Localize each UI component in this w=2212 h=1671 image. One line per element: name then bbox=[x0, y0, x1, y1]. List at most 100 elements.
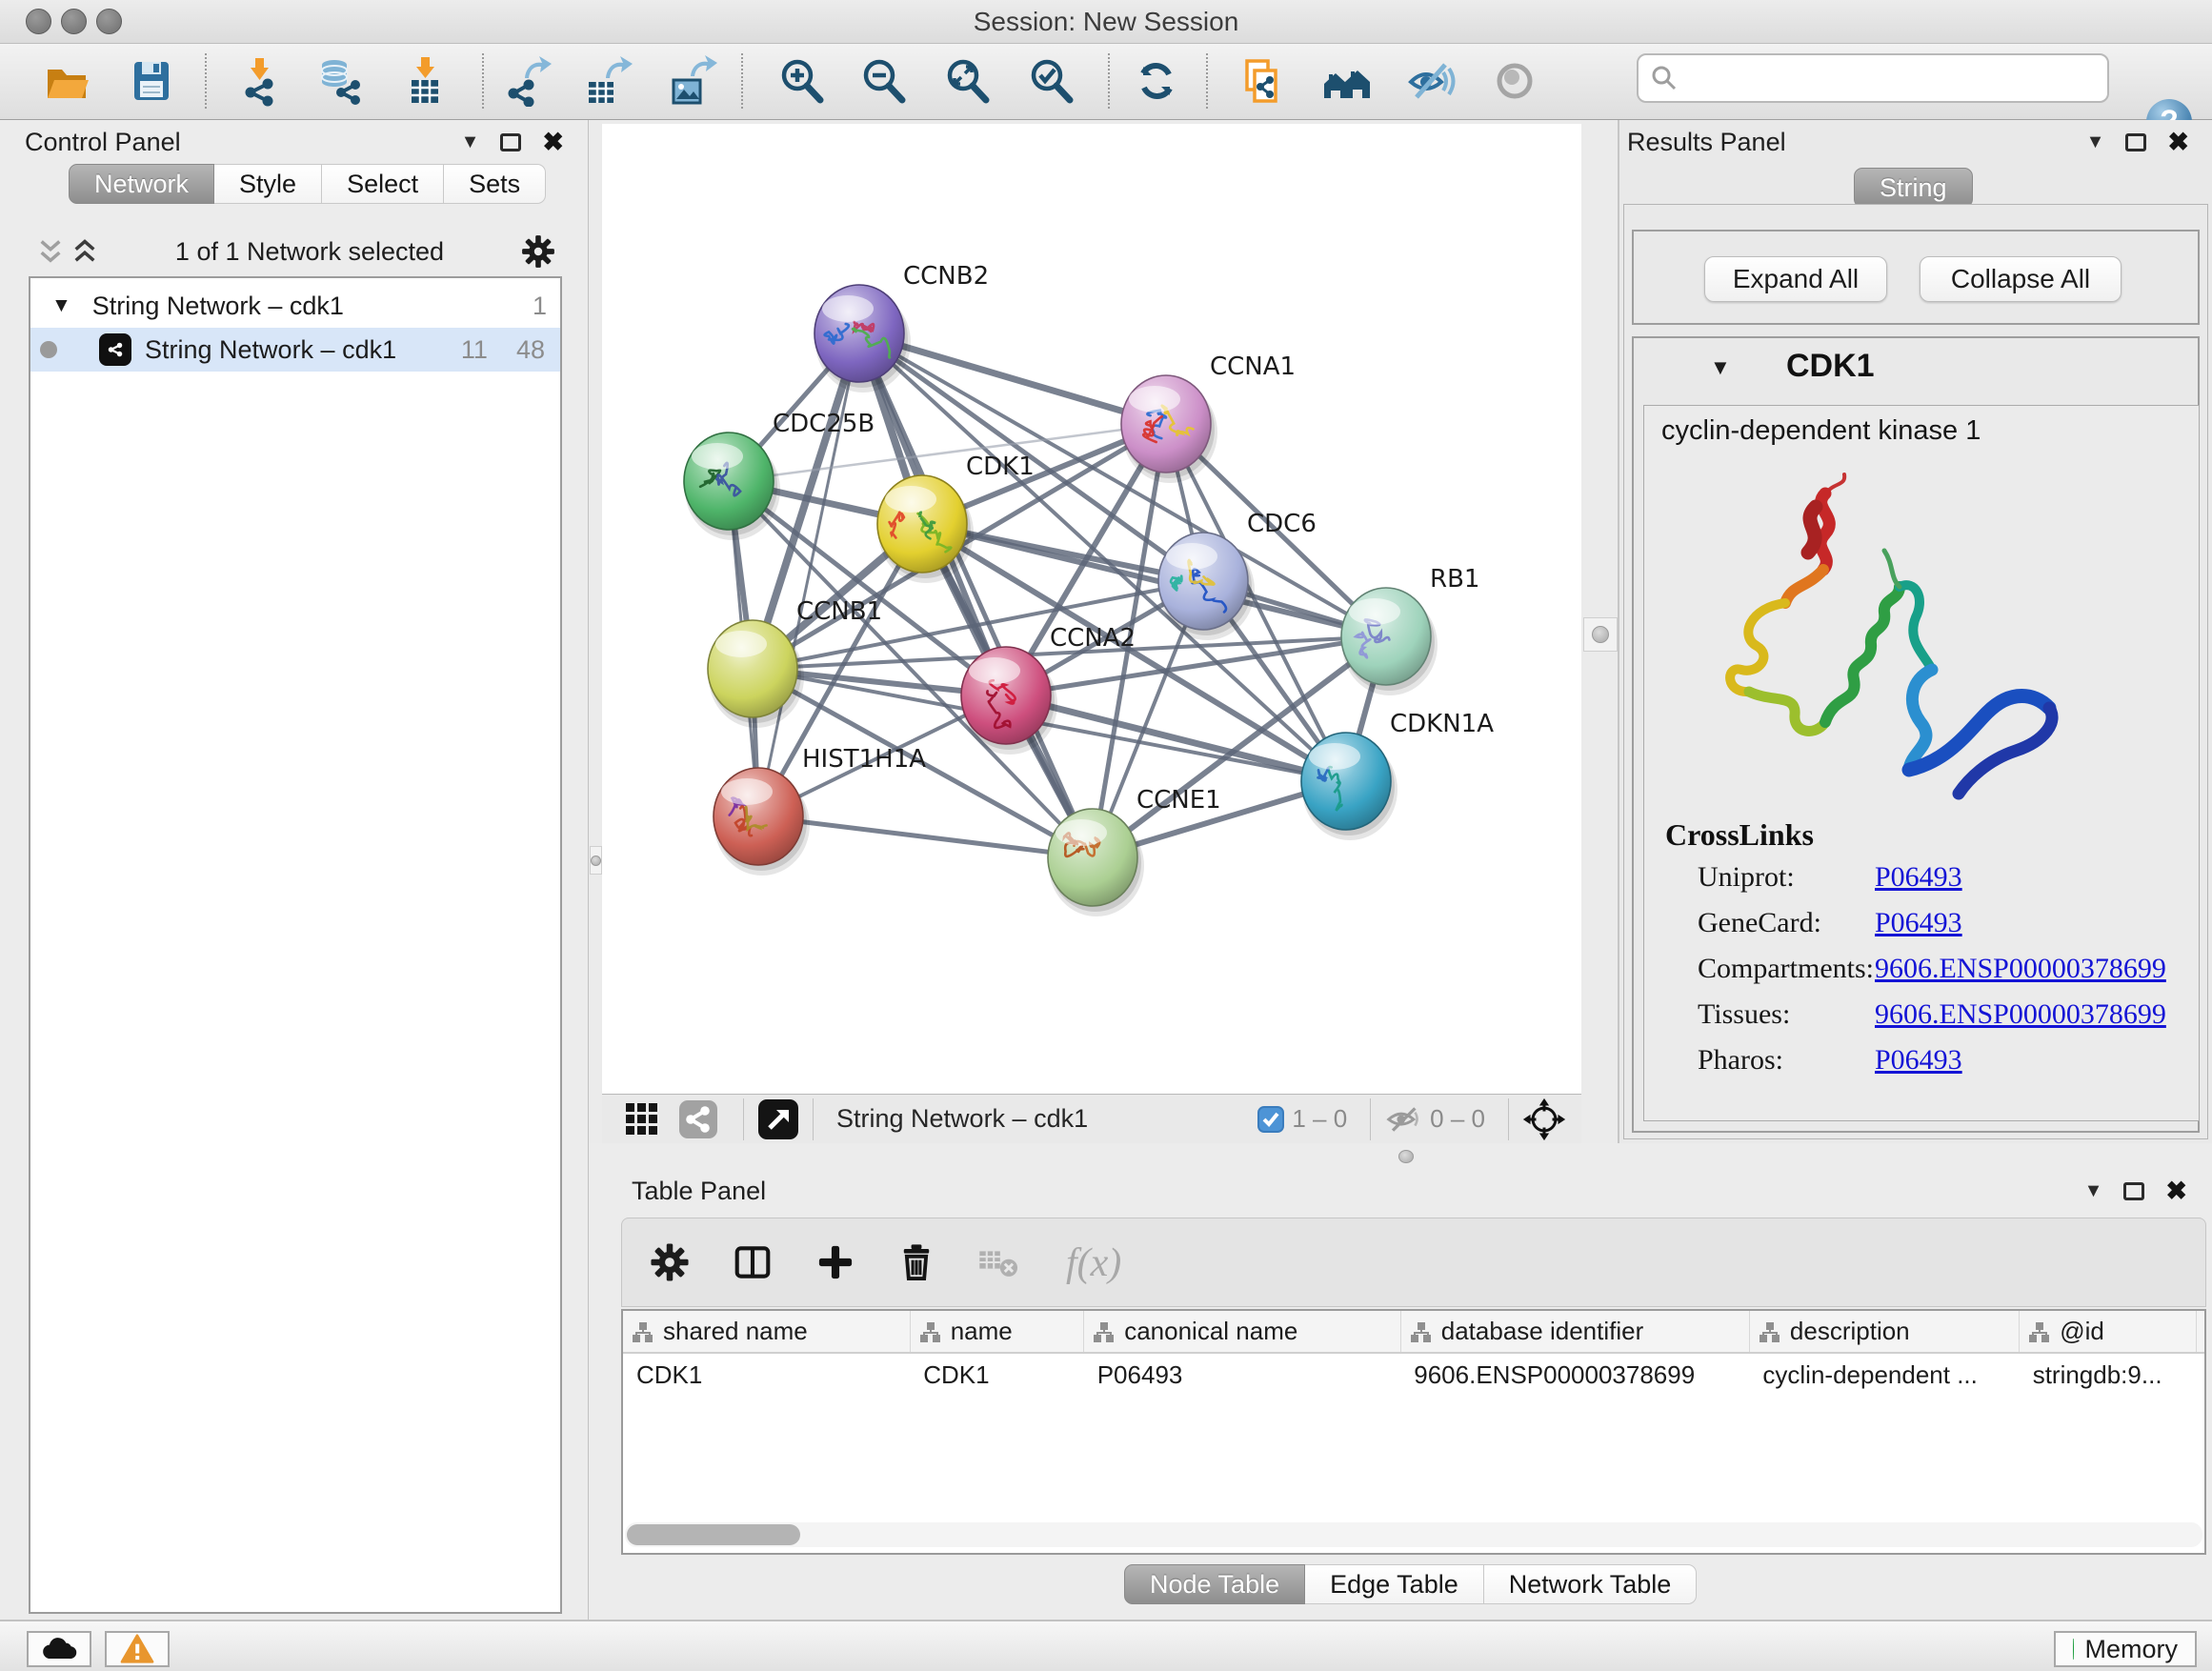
table-hscrollbar-thumb[interactable] bbox=[627, 1524, 800, 1545]
import-table-file-icon[interactable] bbox=[397, 51, 452, 111]
show-display-icon[interactable] bbox=[1487, 51, 1542, 111]
left-splitter[interactable] bbox=[589, 120, 602, 1143]
network-canvas[interactable]: CCNB2CCNA1CDC25BCDK1CDC6RB1CCNB1CCNA2CDK… bbox=[602, 124, 1581, 1094]
collapse-all-icon[interactable] bbox=[36, 238, 65, 265]
expand-all-icon[interactable] bbox=[70, 238, 99, 265]
node-HIST1H1A: HIST1H1A bbox=[714, 745, 926, 876]
column-type-icon bbox=[1411, 1322, 1432, 1342]
export-table-icon[interactable] bbox=[579, 51, 634, 111]
column-header-description[interactable]: description bbox=[1749, 1311, 2019, 1353]
tab-style[interactable]: Style bbox=[214, 164, 322, 204]
add-column-icon[interactable] bbox=[814, 1241, 856, 1283]
grid-view-icon[interactable] bbox=[623, 1100, 661, 1138]
show-columns-icon[interactable] bbox=[731, 1241, 774, 1283]
import-network-file-icon[interactable] bbox=[231, 51, 287, 111]
network-graph[interactable]: CCNB2CCNA1CDC25BCDK1CDC6RB1CCNB1CCNA2CDK… bbox=[602, 124, 1581, 1094]
crosslink-link[interactable]: 9606.ENSP00000378699 bbox=[1875, 953, 2166, 985]
section-collapse-icon[interactable]: ▼ bbox=[1710, 355, 1731, 380]
home-icon[interactable] bbox=[1319, 51, 1375, 111]
table-hscrollbar[interactable] bbox=[625, 1522, 2202, 1547]
crosslink-link[interactable]: P06493 bbox=[1875, 907, 1962, 939]
crosslink-link[interactable]: 9606.ENSP00000378699 bbox=[1875, 998, 2166, 1031]
tab-edge-table[interactable]: Edge Table bbox=[1305, 1564, 1484, 1604]
table-cell[interactable]: stringdb:9... bbox=[2020, 1353, 2197, 1397]
birdseye-crosshair-icon[interactable] bbox=[1522, 1097, 1566, 1141]
table-cell[interactable]: CDK1 bbox=[910, 1353, 1084, 1397]
expand-all-button[interactable]: Expand All bbox=[1704, 256, 1887, 302]
table-cell[interactable]: stringdb bbox=[2197, 1353, 2206, 1397]
export-image-icon[interactable] bbox=[664, 51, 719, 111]
tab-network-table[interactable]: Network Table bbox=[1484, 1564, 1698, 1604]
selected-checkbox-icon[interactable] bbox=[1257, 1106, 1284, 1133]
zoom-fit-icon[interactable] bbox=[940, 51, 995, 111]
tab-node-table[interactable]: Node Table bbox=[1124, 1564, 1305, 1604]
collection-expand-icon[interactable]: ▼ bbox=[51, 294, 71, 317]
tab-select[interactable]: Select bbox=[322, 164, 444, 204]
search-input[interactable] bbox=[1679, 63, 2107, 94]
network-options-gear-icon[interactable] bbox=[520, 233, 556, 270]
crosslink-label: Compartments: bbox=[1698, 953, 1875, 985]
crosslink-label: Pharos: bbox=[1698, 1044, 1875, 1077]
export-network-icon[interactable] bbox=[498, 51, 553, 111]
zoom-selected-icon[interactable] bbox=[1024, 51, 1079, 111]
window-title: Session: New Session bbox=[0, 7, 2212, 37]
crosslinks-list: Uniprot:P06493GeneCard:P06493Compartment… bbox=[1698, 861, 2174, 1090]
panel-close-icon[interactable]: ✖ bbox=[542, 128, 564, 157]
bottom-splitter-handle[interactable] bbox=[1398, 1150, 1414, 1163]
panel-menu-icon[interactable]: ▼ bbox=[2086, 131, 2105, 153]
control-panel-title: Control Panel bbox=[25, 128, 181, 157]
protein-name: CDK1 bbox=[1786, 348, 1875, 385]
cloud-button[interactable] bbox=[27, 1631, 91, 1667]
crosslink-link[interactable]: P06493 bbox=[1875, 861, 1962, 894]
network-share-icon[interactable] bbox=[678, 1099, 718, 1139]
save-session-icon[interactable] bbox=[124, 51, 179, 111]
right-splitter-handle[interactable] bbox=[1583, 617, 1618, 652]
node-table[interactable]: shared namenamecanonical namedatabase id… bbox=[621, 1309, 2206, 1555]
tab-sets[interactable]: Sets bbox=[444, 164, 546, 204]
panel-menu-icon[interactable]: ▼ bbox=[461, 131, 480, 153]
column-header-namespace[interactable]: namespace bbox=[2197, 1311, 2206, 1353]
zoom-in-icon[interactable] bbox=[774, 51, 830, 111]
column-type-icon bbox=[920, 1322, 941, 1342]
panel-menu-icon[interactable]: ▼ bbox=[2084, 1180, 2103, 1202]
column-header-canonical-name[interactable]: canonical name bbox=[1084, 1311, 1401, 1353]
table-cell[interactable]: 9606.ENSP00000378699 bbox=[1400, 1353, 1749, 1397]
warning-button[interactable] bbox=[105, 1631, 170, 1667]
column-header-database-identifier[interactable]: database identifier bbox=[1400, 1311, 1749, 1353]
column-header-@id[interactable]: @id bbox=[2020, 1311, 2197, 1353]
panel-float-icon[interactable] bbox=[2123, 1182, 2144, 1200]
node-label-CCNA2: CCNA2 bbox=[1050, 624, 1136, 653]
network-view-title: String Network – cdk1 bbox=[836, 1104, 1088, 1134]
delete-column-icon[interactable] bbox=[896, 1241, 936, 1283]
zoom-out-icon[interactable] bbox=[856, 51, 912, 111]
network-row[interactable]: String Network – cdk1 11 48 bbox=[30, 328, 560, 372]
column-header-shared-name[interactable]: shared name bbox=[623, 1311, 910, 1353]
panel-close-icon[interactable]: ✖ bbox=[2165, 1177, 2187, 1206]
node-label-CCNA1: CCNA1 bbox=[1210, 352, 1296, 381]
import-network-database-icon[interactable] bbox=[312, 51, 367, 111]
detach-view-icon[interactable] bbox=[757, 1098, 799, 1140]
panel-close-icon[interactable]: ✖ bbox=[2167, 128, 2189, 157]
crosslink-link[interactable]: P06493 bbox=[1875, 1044, 1962, 1077]
table-cell[interactable]: cyclin-dependent ... bbox=[1749, 1353, 2019, 1397]
duplicate-page-icon[interactable] bbox=[1234, 51, 1289, 111]
table-cell[interactable]: CDK1 bbox=[623, 1353, 910, 1397]
memory-button[interactable]: Memory bbox=[2054, 1631, 2197, 1667]
tab-network[interactable]: Network bbox=[69, 164, 214, 204]
control-panel: Control Panel ▼ ✖ Network Style Select S… bbox=[0, 120, 589, 1620]
network-collection-row[interactable]: ▼ String Network – cdk1 1 bbox=[30, 284, 560, 328]
hidden-eye-icon[interactable] bbox=[1384, 1104, 1422, 1135]
panel-float-icon[interactable] bbox=[500, 133, 521, 151]
panel-float-icon[interactable] bbox=[2125, 133, 2146, 151]
table-options-gear-icon[interactable] bbox=[649, 1241, 691, 1283]
table-row[interactable]: CDK1CDK1P064939606.ENSP00000378699cyclin… bbox=[623, 1353, 2206, 1397]
open-session-icon[interactable] bbox=[39, 51, 94, 111]
tab-string[interactable]: String bbox=[1854, 168, 1973, 208]
collapse-all-button[interactable]: Collapse All bbox=[1920, 256, 2122, 302]
node-RB1: RB1 bbox=[1341, 565, 1479, 695]
left-splitter-handle[interactable] bbox=[590, 846, 602, 875]
refresh-icon[interactable] bbox=[1129, 51, 1184, 111]
table-cell[interactable]: P06493 bbox=[1084, 1353, 1401, 1397]
hide-display-icon[interactable] bbox=[1403, 51, 1458, 111]
column-header-name[interactable]: name bbox=[910, 1311, 1084, 1353]
